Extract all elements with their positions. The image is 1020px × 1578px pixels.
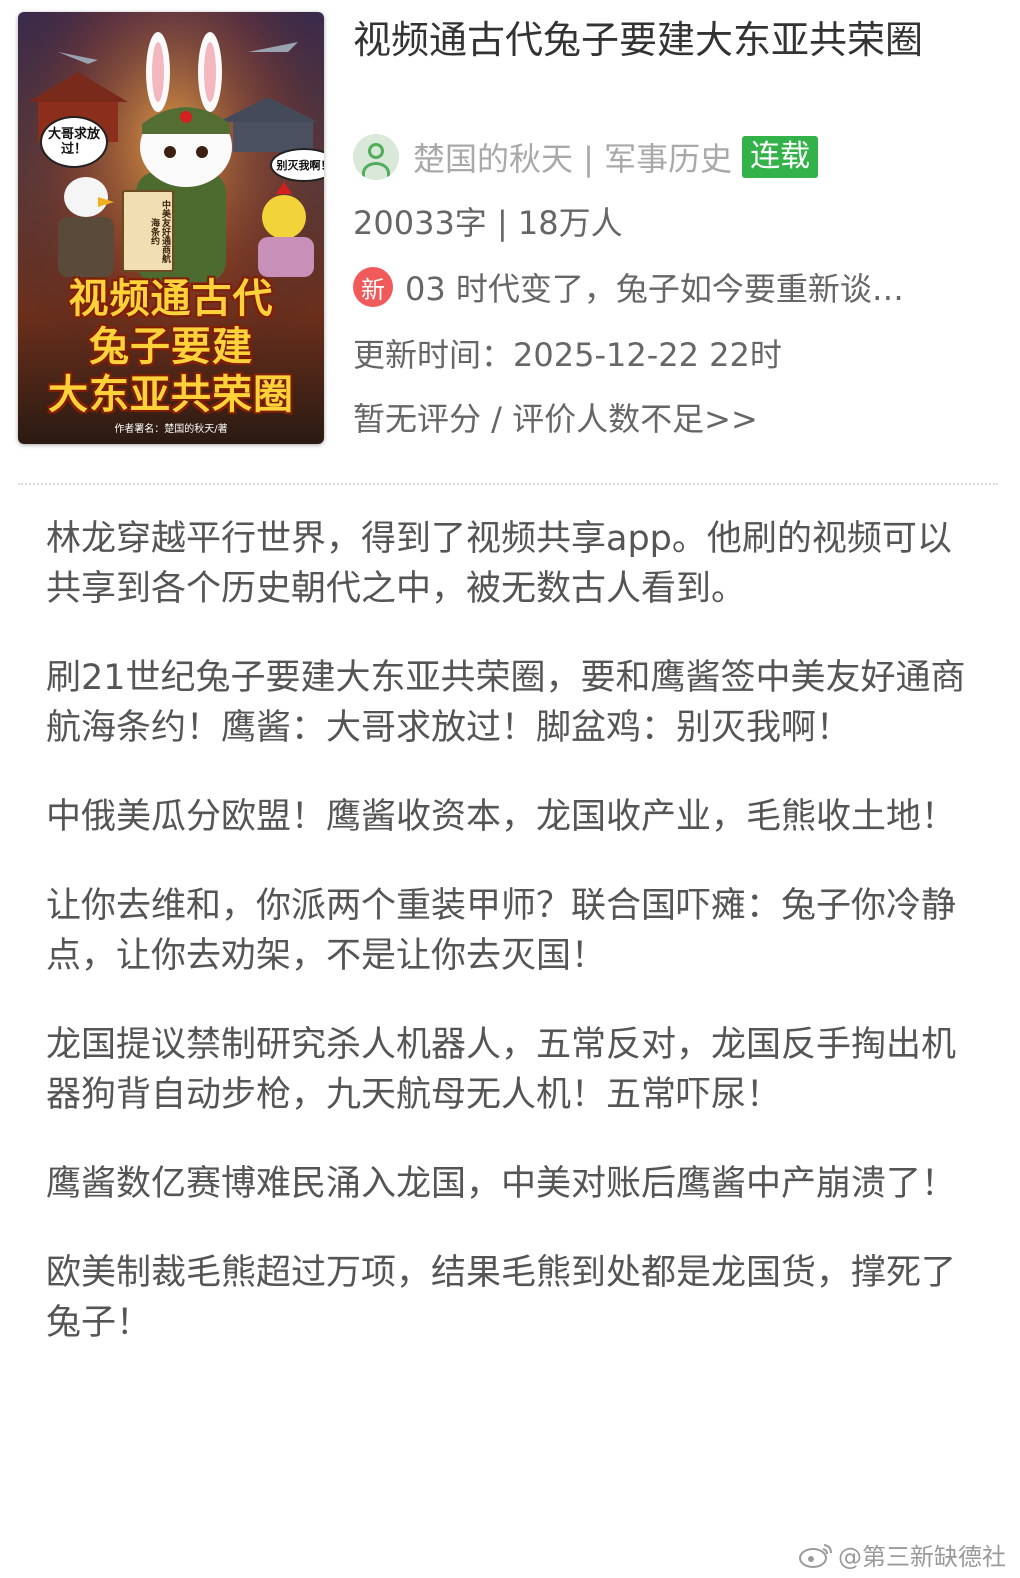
book-detail-page: 大哥求放过！ 别灭我啊！ 中美友好通商航海条约 视频通古代 兔子要建 大东亚共荣…: [0, 0, 1020, 1578]
status-badge: 连载: [742, 136, 819, 178]
synopsis-paragraph: 鹰酱数亿赛博难民涌入龙国，中美对账后鹰酱中产崩溃了！: [46, 1164, 957, 1204]
latest-chapter-row[interactable]: 新 03 时代变了，兔子如今要重新谈…: [353, 264, 904, 310]
synopsis-paragraph: 林龙穿越平行世界，得到了视频共享app。他刷的视频可以共享到各个历史朝代之中，被…: [46, 519, 952, 609]
cover-title-line1: 视频通古代: [68, 276, 274, 322]
watermark-text: @第三新缺德社: [838, 1543, 1006, 1571]
cover-speech-bubble-left: 大哥求放过！: [40, 116, 108, 168]
synopsis-paragraph: 让你去维和，你派两个重装甲师？联合国吓瘫：兔子你冷静点，让你去劝架，不是让你去灭…: [46, 886, 957, 976]
user-avatar-icon: [353, 134, 399, 180]
book-header: 大哥求放过！ 别灭我啊！ 中美友好通商航海条约 视频通古代 兔子要建 大东亚共荣…: [0, 0, 1020, 460]
update-time: 更新时间：2025-12-22 22时: [353, 336, 782, 374]
cover-title-line3: 大东亚共荣圈: [48, 372, 294, 418]
watermark: @第三新缺德社: [798, 1537, 1006, 1572]
section-divider: [18, 483, 998, 485]
synopsis-paragraph: 欧美制裁毛熊超过万项，结果毛熊到处都是龙国货，撑死了兔子！: [46, 1253, 957, 1343]
synopsis-paragraph: 刷21世纪兔子要建大东亚共荣圈，要和鹰酱签中美友好通商航海条约！鹰酱：大哥求放过…: [46, 658, 966, 748]
cover-treaty-scroll: 中美友好通商航海条约: [122, 190, 174, 272]
word-count-readers: 20033字 | 18万人: [353, 204, 623, 242]
book-cover-image[interactable]: 大哥求放过！ 别灭我啊！ 中美友好通商航海条约 视频通古代 兔子要建 大东亚共荣…: [18, 12, 324, 444]
synopsis: 林龙穿越平行世界，得到了视频共享app。他刷的视频可以共享到各个历史朝代之中，被…: [46, 514, 966, 1387]
latest-chapter-title[interactable]: 03 时代变了，兔子如今要重新谈…: [405, 264, 904, 310]
cover-author-note: 作者署名：楚国的秋天/著: [114, 424, 228, 435]
synopsis-paragraph: 中俄美瓜分欧盟！鹰酱收资本，龙国收产业，毛熊收土地！: [46, 797, 957, 837]
cover-title-line2: 兔子要建: [89, 324, 253, 370]
author-category[interactable]: 楚国的秋天 | 军事历史: [413, 134, 732, 180]
author-row[interactable]: 楚国的秋天 | 军事历史 连载: [353, 134, 819, 180]
weibo-icon: [799, 1543, 832, 1568]
rating-link[interactable]: 暂无评分 / 评价人数不足>>: [353, 394, 758, 440]
book-title: 视频通古代兔子要建大东亚共荣圈: [353, 18, 924, 62]
new-badge-icon: 新: [353, 267, 393, 307]
synopsis-paragraph: 龙国提议禁制研究杀人机器人，五常反对，龙国反手掏出机器狗背自动步枪，九天航母无人…: [46, 1025, 957, 1115]
